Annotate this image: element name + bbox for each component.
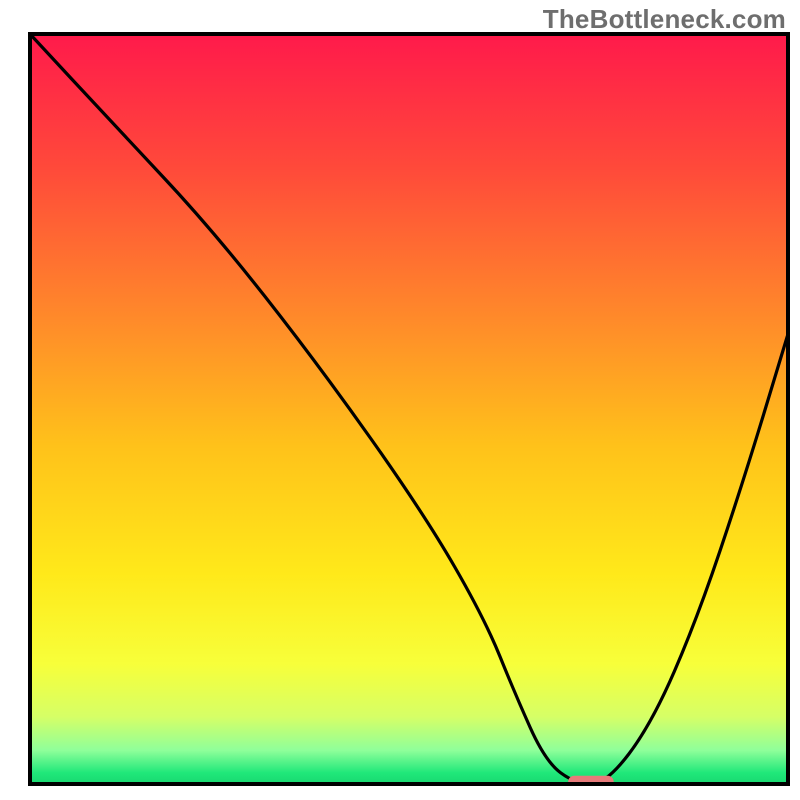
watermark-text: TheBottleneck.com: [543, 4, 786, 35]
chart-container: TheBottleneck.com: [0, 0, 800, 800]
plot-area: [30, 34, 788, 791]
bottleneck-chart: [0, 0, 800, 800]
